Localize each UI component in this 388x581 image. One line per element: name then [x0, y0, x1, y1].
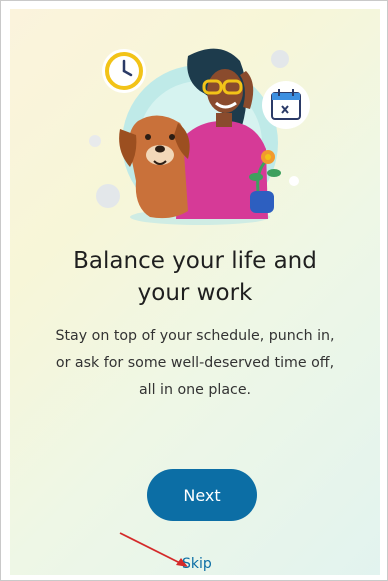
calendar-icon: [262, 81, 310, 129]
skip-link[interactable]: Skip: [182, 556, 212, 572]
onboarding-screen: Balance your life and your work Stay on …: [10, 9, 380, 575]
annotation-arrow-icon: [119, 532, 188, 567]
onboarding-illustration: [89, 48, 310, 225]
clock-icon: [102, 49, 146, 93]
screenshot-frame: Balance your life and your work Stay on …: [0, 0, 388, 581]
onboarding-headline: Balance your life and your work: [73, 248, 317, 306]
next-button[interactable]: Next: [147, 469, 257, 521]
onboarding-description: Stay on top of your schedule, punch in, …: [55, 328, 335, 398]
